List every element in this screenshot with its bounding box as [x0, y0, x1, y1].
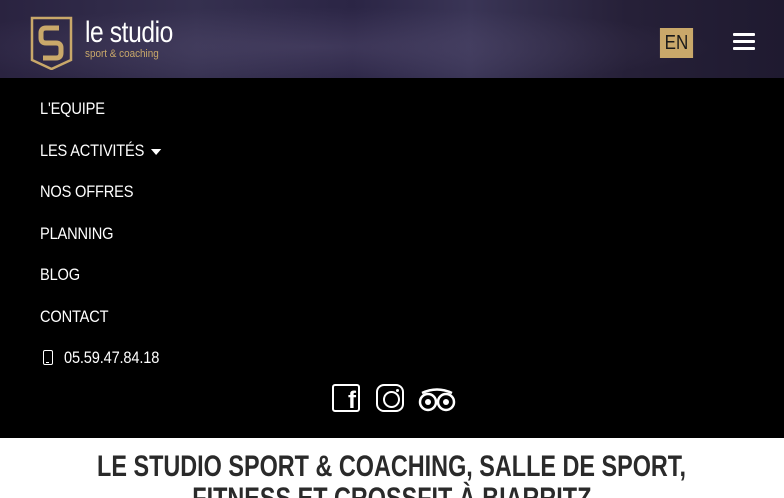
page-title-band: LE STUDIO SPORT & COACHING, SALLE DE SPO…	[0, 438, 784, 498]
nav-item-contact[interactable]: CONTACT	[40, 307, 109, 327]
nav-item-blog[interactable]: BLOG	[40, 265, 80, 285]
top-header: le studio sport & coaching EN	[0, 0, 784, 78]
instagram-icon[interactable]	[376, 384, 404, 412]
language-button[interactable]: EN	[659, 28, 694, 58]
page-title-line-1: LE STUDIO SPORT & COACHING, SALLE DE SPO…	[97, 450, 687, 483]
tripadvisor-icon[interactable]	[416, 387, 458, 413]
logo-tagline: sport & coaching	[85, 48, 159, 60]
hamburger-menu-icon[interactable]	[733, 33, 755, 51]
nav-item-activites-label: LES ACTIVITÉS	[40, 141, 145, 160]
nav-item-equipe[interactable]: L'EQUIPE	[40, 99, 105, 119]
phone-icon	[43, 350, 53, 365]
logo-s-shield-icon	[30, 16, 73, 70]
nav-item-activites[interactable]: LES ACTIVITÉS	[40, 141, 162, 161]
nav-item-planning[interactable]: PLANNING	[40, 224, 114, 244]
studio-logo[interactable]: le studio sport & coaching	[30, 16, 180, 72]
phone-link[interactable]: 05.59.47.84.18	[64, 348, 159, 368]
page-title-line-2: FITNESS ET CROSSFIT À BIARRITZ	[0, 482, 784, 498]
facebook-icon[interactable]: f	[332, 384, 360, 413]
logo-wordmark: le studio	[85, 16, 173, 49]
nav-item-offres[interactable]: NOS OFFRES	[40, 182, 133, 202]
dropdown-caret-icon	[151, 148, 162, 155]
